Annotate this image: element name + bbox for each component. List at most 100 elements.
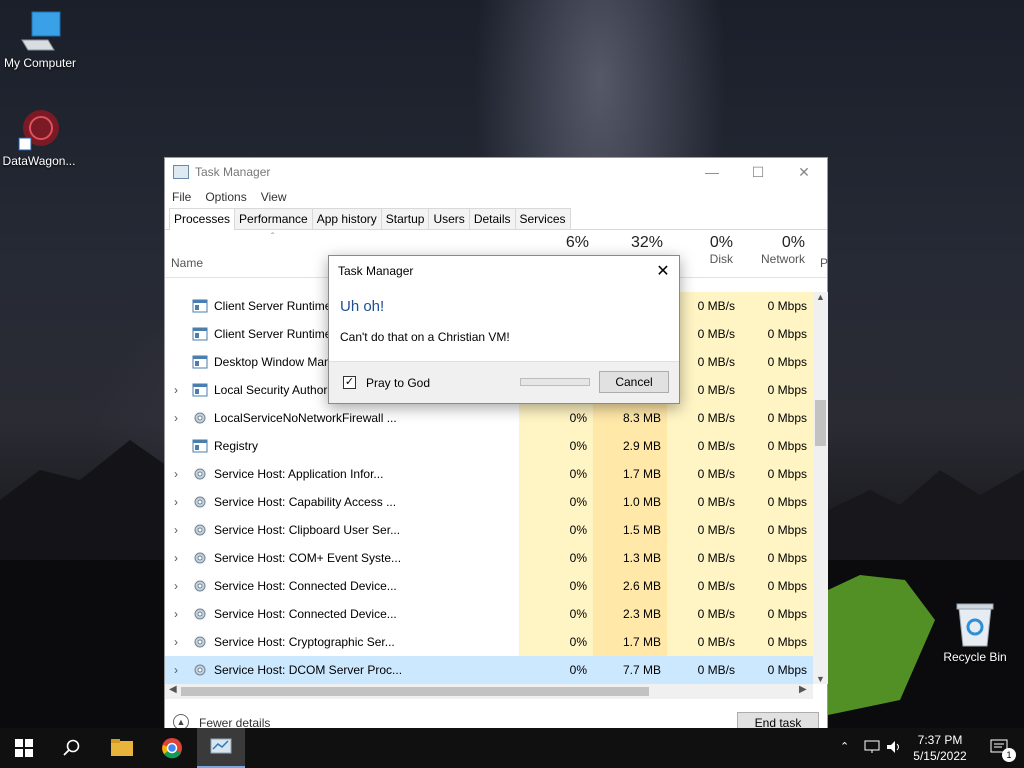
table-row[interactable]: › Service Host: Capability Access ... 0% 1.…	[165, 488, 813, 516]
tab-startup[interactable]: Startup	[380, 208, 430, 229]
memory-cell: 7.7 MB	[593, 656, 667, 684]
taskbar: ⌃ 7:37 PM 5/15/2022 1	[0, 728, 1024, 768]
expand-chevron-icon[interactable]: ›	[165, 383, 187, 397]
pray-checkbox-label[interactable]: Pray to God	[366, 376, 430, 390]
disk-cell: 0 MB/s	[667, 600, 741, 628]
expand-chevron-icon[interactable]: ›	[165, 663, 187, 677]
process-name: Service Host: Capability Access ...	[214, 495, 397, 509]
cancel-button[interactable]: Cancel	[599, 371, 669, 393]
column-header-memory[interactable]: 32%	[593, 234, 663, 252]
scroll-left-arrow-icon[interactable]: ◀	[169, 684, 177, 695]
menu-view[interactable]: View	[261, 190, 287, 204]
expand-chevron-icon[interactable]: ›	[165, 467, 187, 481]
progress-bar	[520, 378, 590, 386]
gear-icon	[194, 608, 206, 620]
dialog-close-button[interactable]: ✕	[647, 261, 679, 281]
process-name: Service Host: COM+ Event Syste...	[214, 551, 402, 565]
tab-app-history[interactable]: App history	[311, 208, 382, 229]
expand-chevron-icon[interactable]: ›	[165, 411, 187, 425]
table-row[interactable]: › Service Host: Application Infor... 0% 1.7…	[165, 460, 813, 488]
network-cell: 0 Mbps	[741, 320, 813, 348]
cpu-cell: 0%	[519, 516, 593, 544]
network-total: 0%	[781, 234, 805, 251]
tab-services[interactable]: Services	[514, 208, 571, 229]
chevron-up-icon[interactable]: ⌃	[840, 740, 849, 753]
taskbar-file-explorer[interactable]	[98, 728, 146, 768]
maximize-button[interactable]: ☐	[735, 158, 781, 186]
network-cell: 0 Mbps	[741, 432, 813, 460]
gear-icon	[194, 552, 206, 564]
expand-chevron-icon[interactable]: ›	[165, 579, 187, 593]
expand-chevron-icon[interactable]: ›	[165, 523, 187, 537]
tab-processes[interactable]: Processes	[169, 208, 236, 230]
expand-chevron-icon[interactable]: ›	[165, 495, 187, 509]
scroll-right-arrow-icon[interactable]: ▶	[799, 684, 807, 695]
vertical-scrollbar[interactable]: ▲ ▼	[813, 292, 828, 684]
table-row[interactable]: › Service Host: Connected Device... 0% 2.6 …	[165, 572, 813, 600]
cpu-cell: 0%	[519, 404, 593, 432]
minimize-button[interactable]: —	[689, 158, 735, 186]
table-row[interactable]: › Service Host: Clipboard User Ser... 0% 1.…	[165, 516, 813, 544]
table-row[interactable]: › Service Host: Connected Device... 0% 2.3 …	[165, 600, 813, 628]
system-clock[interactable]: 7:37 PM 5/15/2022	[910, 732, 970, 764]
process-window-icon	[192, 355, 208, 369]
process-name: Service Host: Application Infor...	[214, 467, 384, 481]
disk-cell: 0 MB/s	[667, 572, 741, 600]
cpu-cell: 0%	[519, 628, 593, 656]
disk-cell: 0 MB/s	[667, 404, 741, 432]
column-header-name[interactable]: Name	[171, 256, 203, 270]
table-row[interactable]: › LocalServiceNoNetworkFirewall ... 0% 8.3 …	[165, 404, 813, 432]
network-cell: 0 Mbps	[741, 348, 813, 376]
task-manager-icon	[173, 165, 189, 179]
table-row[interactable]: › Service Host: DCOM Server Proc... 0% 7.7 …	[165, 656, 813, 684]
desktop-icon-my-computer[interactable]: My Computer	[0, 10, 80, 70]
column-header-cpu[interactable]: 6%	[519, 234, 589, 252]
process-name: Service Host: Connected Device...	[214, 607, 397, 621]
start-button[interactable]	[0, 728, 48, 768]
horizontal-scroll-thumb[interactable]	[181, 687, 649, 696]
scroll-thumb[interactable]	[815, 400, 826, 446]
disk-cell: 0 MB/s	[667, 488, 741, 516]
network-icon[interactable]	[864, 740, 880, 754]
tab-performance[interactable]: Performance	[234, 208, 313, 229]
dialog-title-bar[interactable]: Task Manager ✕	[329, 256, 679, 286]
pray-checkbox[interactable]: ✓	[343, 376, 356, 389]
desktop-icon-recycle-bin[interactable]: Recycle Bin	[935, 602, 1015, 664]
expand-chevron-icon[interactable]: ›	[165, 551, 187, 565]
taskbar-task-manager[interactable]	[197, 728, 245, 768]
window-title: Task Manager	[195, 165, 271, 179]
tab-users[interactable]: Users	[428, 208, 470, 229]
menu-options[interactable]: Options	[205, 190, 246, 204]
table-row[interactable]: › Service Host: Cryptographic Ser... 0% 1.7…	[165, 628, 813, 656]
network-cell: 0 Mbps	[741, 516, 813, 544]
process-name: Service Host: Clipboard User Ser...	[214, 523, 401, 537]
scroll-up-arrow-icon[interactable]: ▲	[813, 292, 828, 302]
column-header-network[interactable]: 0% Network	[741, 234, 805, 266]
title-bar[interactable]: Task Manager — ☐ ✕	[165, 158, 827, 186]
network-cell: 0 Mbps	[741, 600, 813, 628]
close-button[interactable]: ✕	[781, 158, 827, 186]
volume-icon[interactable]	[886, 740, 902, 754]
disk-total: 0%	[709, 234, 733, 251]
horizontal-scrollbar[interactable]: ◀ ▶	[165, 684, 813, 699]
table-row[interactable]: › Service Host: COM+ Event Syste... 0% 1.3 …	[165, 544, 813, 572]
table-row[interactable]: Registry 0% 2.9 MB 0 MB/s 0 Mbps	[165, 432, 813, 460]
desktop-icon-datawagon[interactable]: DataWagon...	[0, 108, 79, 168]
taskbar-chrome[interactable]	[148, 728, 196, 768]
expand-chevron-icon[interactable]: ›	[165, 607, 187, 621]
scroll-down-arrow-icon[interactable]: ▼	[813, 674, 828, 684]
cpu-cell: 0%	[519, 656, 593, 684]
action-center-button[interactable]: 1	[976, 728, 1024, 768]
memory-total: 32%	[630, 234, 663, 251]
process-name: LocalServiceNoNetworkFirewall ...	[214, 411, 397, 425]
process-window-icon	[192, 327, 208, 341]
memory-cell: 1.0 MB	[593, 488, 667, 516]
gear-icon	[194, 664, 206, 676]
tab-details[interactable]: Details	[468, 208, 516, 229]
search-button[interactable]	[48, 728, 96, 768]
menu-file[interactable]: File	[172, 190, 191, 204]
expand-chevron-icon[interactable]: ›	[165, 635, 187, 649]
memory-cell: 8.3 MB	[593, 404, 667, 432]
network-cell: 0 Mbps	[741, 628, 813, 656]
column-header-power[interactable]: P	[820, 256, 828, 270]
